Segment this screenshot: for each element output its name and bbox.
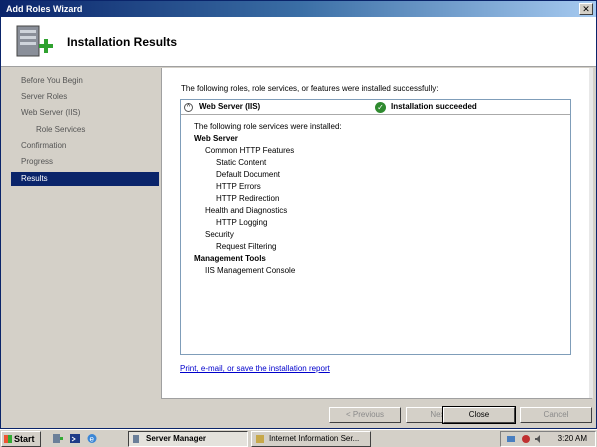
service-web-server: Web Server: [194, 134, 238, 143]
system-tray: 3:20 AM: [500, 431, 596, 447]
service-default-document: Default Document: [216, 170, 281, 179]
wizard-header: Installation Results: [1, 17, 596, 67]
service-security: Security: [205, 230, 234, 239]
volume-icon[interactable]: [534, 434, 544, 444]
wizard-steps-sidebar: Before You Begin Server Roles Web Server…: [5, 68, 159, 398]
service-iis-management-console: IIS Management Console: [205, 266, 296, 275]
collapse-icon[interactable]: ^: [184, 103, 193, 112]
iis-manager-icon: [256, 435, 264, 443]
results-box[interactable]: ^ Web Server (IIS) ✓ Installation succee…: [180, 99, 571, 355]
task-iis-manager[interactable]: Internet Information Ser...: [251, 431, 371, 447]
server-manager-quicklaunch-icon[interactable]: [52, 433, 64, 444]
step-server-roles[interactable]: Server Roles: [11, 90, 159, 104]
title-bar[interactable]: Add Roles Wizard ✕: [1, 1, 596, 17]
start-button[interactable]: Start: [1, 431, 41, 447]
server-roles-add-icon: [16, 25, 53, 57]
wizard-buttons: < Previous Next > Close Cancel: [161, 398, 592, 428]
service-common-http: Common HTTP Features: [205, 146, 295, 155]
close-button[interactable]: Close: [442, 406, 516, 424]
clock: 3:20 AM: [557, 434, 587, 443]
powershell-icon[interactable]: [69, 433, 81, 444]
page-title: Installation Results: [67, 35, 178, 49]
step-results[interactable]: Results: [11, 172, 159, 186]
cancel-button[interactable]: Cancel: [520, 407, 592, 423]
installed-intro-line: The following role services were install…: [194, 122, 342, 131]
status-text: Installation succeeded: [391, 102, 477, 111]
results-content: The following roles, role services, or f…: [161, 68, 592, 398]
previous-button[interactable]: < Previous: [329, 407, 401, 423]
task-label: Server Manager: [146, 434, 207, 443]
window-edge: [589, 68, 593, 398]
window-title: Add Roles Wizard: [6, 4, 83, 14]
success-check-icon: ✓: [375, 102, 386, 113]
step-progress[interactable]: Progress: [11, 155, 159, 169]
step-before-you-begin[interactable]: Before You Begin: [11, 74, 159, 88]
network-icon[interactable]: [506, 434, 516, 444]
installation-report-link[interactable]: Print, e-mail, or save the installation …: [180, 364, 330, 373]
step-web-server-iis[interactable]: Web Server (IIS): [11, 106, 159, 120]
service-http-logging: HTTP Logging: [216, 218, 268, 227]
intro-text: The following roles, role services, or f…: [181, 84, 439, 93]
service-http-errors: HTTP Errors: [216, 182, 261, 191]
windows-flag-icon: [4, 435, 12, 443]
start-label: Start: [14, 434, 35, 444]
taskbar: Start e Server Manager Internet Informat…: [0, 429, 597, 447]
service-http-redirection: HTTP Redirection: [216, 194, 280, 203]
step-role-services[interactable]: Role Services: [11, 123, 159, 137]
security-icon[interactable]: [521, 434, 531, 444]
service-health-diagnostics: Health and Diagnostics: [205, 206, 288, 215]
result-header: ^ Web Server (IIS) ✓ Installation succee…: [181, 100, 570, 115]
service-management-tools: Management Tools: [194, 254, 266, 263]
server-manager-icon: [133, 435, 139, 443]
add-roles-wizard-window: Add Roles Wizard ✕ Installation Results …: [0, 0, 597, 429]
task-server-manager[interactable]: Server Manager: [128, 431, 248, 447]
internet-explorer-icon[interactable]: e: [86, 433, 98, 444]
step-confirmation[interactable]: Confirmation: [11, 139, 159, 153]
svg-text:e: e: [90, 435, 95, 444]
task-label: Internet Information Ser...: [269, 434, 360, 443]
service-static-content: Static Content: [216, 158, 267, 167]
role-name: Web Server (IIS): [199, 102, 261, 111]
close-window-button[interactable]: ✕: [579, 3, 593, 15]
service-request-filtering: Request Filtering: [216, 242, 277, 251]
